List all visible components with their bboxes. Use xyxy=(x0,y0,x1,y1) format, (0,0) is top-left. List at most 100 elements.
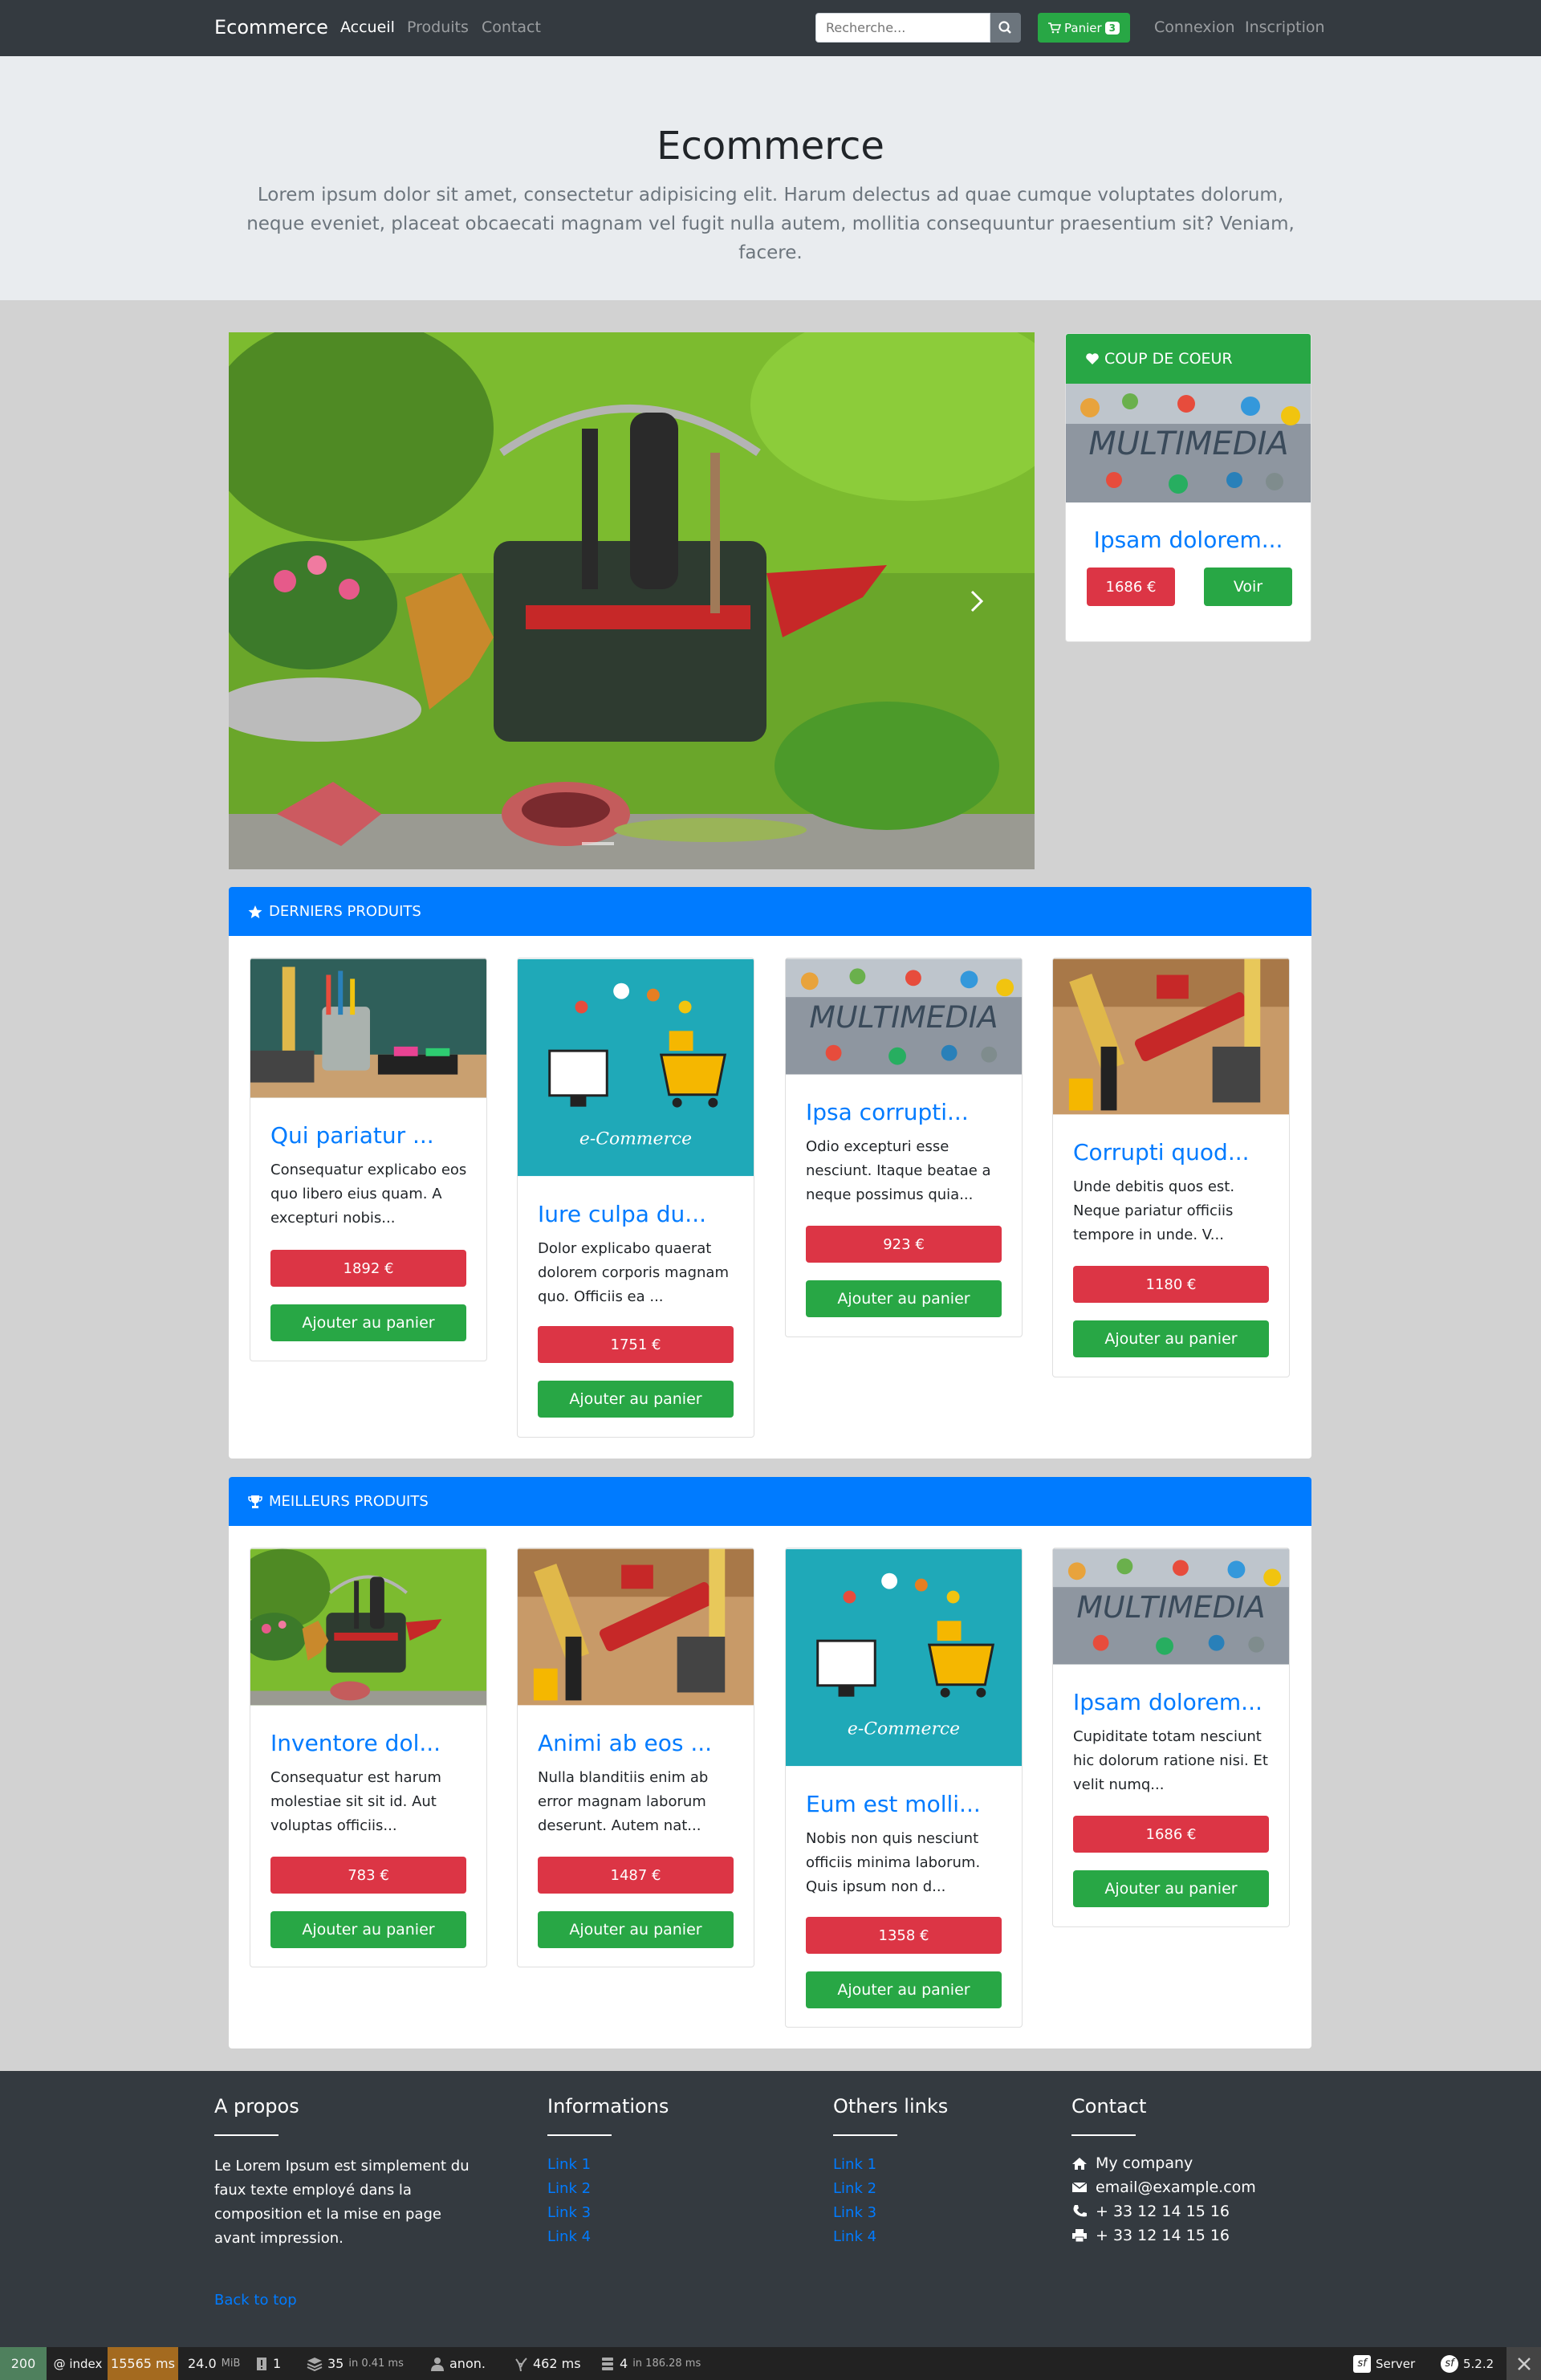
product-description: Consequatur explicabo eos quo libero eiu… xyxy=(270,1162,467,1227)
cart-label: Panier xyxy=(1064,20,1102,35)
debug-server[interactable]: sf Server xyxy=(1353,2347,1415,2380)
footer-others-title: Others links xyxy=(833,2095,949,2118)
footer-info-link[interactable]: Link 4 xyxy=(547,2228,591,2245)
footer-contact-email: email@example.com xyxy=(1071,2179,1256,2196)
svg-text:e-Commerce: e-Commerce xyxy=(579,1129,692,1149)
footer-others-link[interactable]: Link 3 xyxy=(833,2204,876,2221)
footer-others-link[interactable]: Link 4 xyxy=(833,2228,876,2245)
footer-email-text[interactable]: email@example.com xyxy=(1096,2179,1256,2196)
product-description: Dolor explicabo quaerat dolorem corporis… xyxy=(538,1240,729,1305)
coup-de-coeur-voir-button[interactable]: Voir xyxy=(1204,568,1292,606)
product-price: 923 € xyxy=(806,1226,1002,1263)
back-to-top-link[interactable]: Back to top xyxy=(214,2292,297,2309)
debug-version[interactable]: sf 5.2.2 xyxy=(1441,2347,1494,2380)
server-text: Server xyxy=(1376,2356,1416,2371)
product-title[interactable]: Corrupti quod... xyxy=(1073,1139,1289,1166)
version-text: 5.2.2 xyxy=(1463,2356,1494,2371)
product-price: 783 € xyxy=(270,1857,466,1894)
phone-icon xyxy=(1073,2205,1087,2217)
symfony-logo-icon: sf xyxy=(1353,2354,1371,2373)
db-count: 4 xyxy=(620,2356,628,2371)
product-card: Qui pariatur ... Consequatur explicabo e… xyxy=(250,958,487,1361)
footer-info-link[interactable]: Link 1 xyxy=(547,2156,591,2173)
add-to-cart-button[interactable]: Ajouter au panier xyxy=(1073,1320,1269,1357)
add-to-cart-button[interactable]: Ajouter au panier xyxy=(270,1911,466,1948)
user-text: anon. xyxy=(449,2356,486,2371)
footer-info-link[interactable]: Link 3 xyxy=(547,2204,591,2221)
hero-jumbotron: Ecommerce Lorem ipsum dolor sit amet, co… xyxy=(0,56,1541,300)
debug-route[interactable]: @ index xyxy=(50,2347,106,2380)
nav-link-contact[interactable]: Contact xyxy=(482,18,541,36)
log-icon xyxy=(257,2357,266,2370)
product-title[interactable]: Eum est molli... xyxy=(806,1791,1022,1817)
product-title[interactable]: Ipsam dolorem... xyxy=(1073,1689,1289,1715)
add-to-cart-button[interactable]: Ajouter au panier xyxy=(270,1304,466,1341)
add-to-cart-button[interactable]: Ajouter au panier xyxy=(1073,1870,1269,1907)
debug-logs[interactable]: 1 xyxy=(255,2347,281,2380)
product-price: 1892 € xyxy=(270,1250,466,1287)
add-to-cart-button[interactable]: Ajouter au panier xyxy=(538,1381,734,1418)
product-image-multimedia: MULTIMEDIA xyxy=(1053,1548,1289,1665)
product-card: Corrupti quod... Unde debitis quos est. … xyxy=(1052,958,1290,1377)
product-title[interactable]: Inventore dol... xyxy=(270,1730,486,1756)
database-icon xyxy=(602,2357,613,2370)
debug-twig[interactable]: 462 ms xyxy=(514,2347,581,2380)
carousel-indicator[interactable] xyxy=(582,842,614,845)
add-to-cart-button[interactable]: Ajouter au panier xyxy=(538,1911,734,1948)
footer-phone-text: + 33 12 14 15 16 xyxy=(1096,2203,1230,2220)
hero-title: Ecommerce xyxy=(657,124,884,169)
debug-memory[interactable]: 24.0 MiB xyxy=(188,2347,240,2380)
star-icon xyxy=(248,905,262,918)
product-title[interactable]: Iure culpa du... xyxy=(538,1201,754,1227)
search-input[interactable] xyxy=(815,13,990,43)
nav-link-inscription[interactable]: Inscription xyxy=(1245,18,1325,36)
product-description: Cupiditate totam nesciunt hic dolorum ra… xyxy=(1073,1728,1268,1793)
footer-about-title: A propos xyxy=(214,2095,299,2118)
product-title[interactable]: Ipsa corrupti... xyxy=(806,1099,1022,1125)
add-to-cart-button[interactable]: Ajouter au panier xyxy=(806,1971,1002,2008)
footer-info-link[interactable]: Link 2 xyxy=(547,2180,591,2197)
nav-link-connexion[interactable]: Connexion xyxy=(1154,18,1235,36)
cache-count: 35 xyxy=(327,2356,344,2371)
product-description: Unde debitis quos est. Neque pariatur of… xyxy=(1073,1178,1235,1243)
envelope-icon xyxy=(1071,2182,1088,2192)
memory-text: 24.0 xyxy=(188,2356,217,2371)
add-to-cart-button[interactable]: Ajouter au panier xyxy=(806,1280,1002,1317)
product-description: Nulla blanditiis enim ab error magnam la… xyxy=(538,1769,709,1834)
footer-others-link[interactable]: Link 1 xyxy=(833,2156,876,2173)
trophy-icon xyxy=(248,1495,262,1508)
product-title[interactable]: Animi ab eos ... xyxy=(538,1730,754,1756)
nav-link-produits[interactable]: Produits xyxy=(407,18,469,36)
debug-close-button[interactable] xyxy=(1506,2347,1541,2380)
coup-de-coeur-title[interactable]: Ipsam dolorem... xyxy=(1066,527,1311,553)
chevron-right-icon[interactable] xyxy=(967,589,986,613)
navbar-brand[interactable]: Ecommerce xyxy=(214,16,328,39)
debug-user[interactable]: anon. xyxy=(430,2347,486,2380)
product-title[interactable]: Qui pariatur ... xyxy=(270,1122,486,1149)
footer-others-link[interactable]: Link 2 xyxy=(833,2180,876,2197)
debug-status-code[interactable]: 200 xyxy=(0,2347,47,2380)
product-card: Inventore dol... Consequatur est harum m… xyxy=(250,1548,487,1967)
coup-de-coeur-price: 1686 € xyxy=(1087,568,1175,606)
nav-link-accueil[interactable]: Accueil xyxy=(340,18,395,36)
svg-text:MULTIMEDIA: MULTIMEDIA xyxy=(1088,425,1288,462)
product-price: 1487 € xyxy=(538,1857,734,1894)
home-icon xyxy=(1072,2158,1087,2170)
top-navbar: Ecommerce Accueil Produits Contact Panie… xyxy=(0,0,1541,56)
product-image-tools xyxy=(1053,958,1289,1115)
footer-contact-phone: + 33 12 14 15 16 xyxy=(1071,2203,1230,2220)
svg-text:MULTIMEDIA: MULTIMEDIA xyxy=(809,999,998,1035)
user-icon xyxy=(431,2357,444,2371)
debug-cache[interactable]: 35 in 0.41 ms xyxy=(307,2347,404,2380)
footer-divider xyxy=(1071,2134,1136,2136)
logs-count: 1 xyxy=(273,2356,282,2371)
product-card: e-Commerce Iure culpa du... Dolor explic… xyxy=(517,958,754,1438)
svg-text:MULTIMEDIA: MULTIMEDIA xyxy=(1076,1589,1265,1625)
cart-button[interactable]: Panier 3 xyxy=(1038,13,1130,43)
db-suffix: in 186.28 ms xyxy=(632,2358,701,2370)
debug-time[interactable]: 15565 ms xyxy=(108,2347,178,2380)
search-button[interactable] xyxy=(990,13,1021,43)
footer-fax-text: + 33 12 14 15 16 xyxy=(1096,2227,1230,2244)
image-carousel[interactable] xyxy=(229,332,1035,869)
debug-database[interactable]: 4 in 186.28 ms xyxy=(600,2347,701,2380)
